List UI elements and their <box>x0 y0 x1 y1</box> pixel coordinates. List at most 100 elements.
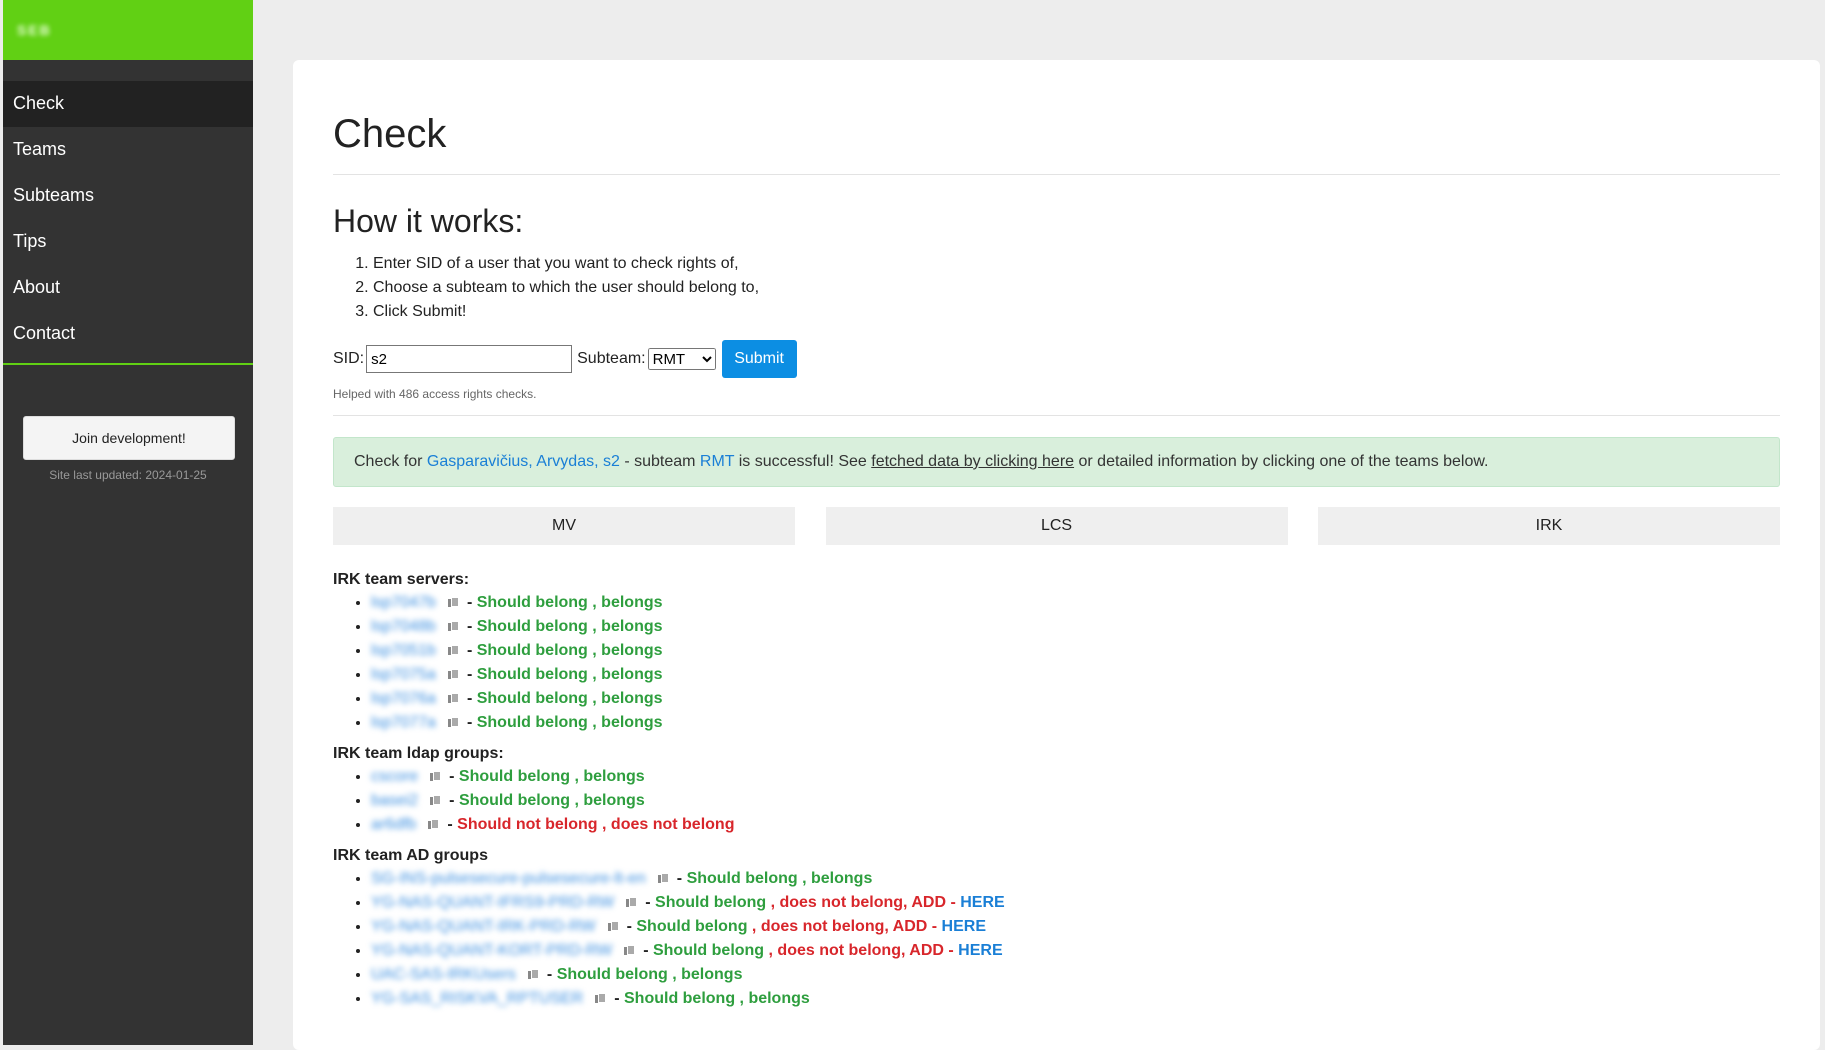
item-dash: - <box>466 714 477 731</box>
servers-list: lsp7047b- Should belong , belongslsp7048… <box>333 591 1780 735</box>
sid-input[interactable] <box>366 345 573 373</box>
copy-icon[interactable] <box>527 969 539 980</box>
list-item: cscore - Should belong , belongs <box>371 765 1780 789</box>
item-name[interactable]: YG-SAS_RISKVA_RPTUSER <box>371 990 583 1007</box>
item-comma: , <box>587 666 602 683</box>
nav-item-check[interactable]: Check <box>3 81 253 127</box>
item-status: Should belong <box>686 870 798 887</box>
copy-icon[interactable] <box>595 993 607 1004</box>
nav-item-contact[interactable]: Contact <box>3 311 253 357</box>
item-status: Should belong <box>476 714 588 731</box>
add-here-link[interactable]: HERE <box>942 918 986 935</box>
alert-subteam[interactable]: RMT <box>700 453 734 470</box>
item-comma: , <box>735 990 749 1007</box>
ad-list: SG-INS-pulsesecure-pulsesecure-lt-en - Sh… <box>333 867 1780 1011</box>
item-name[interactable]: YG-NAS-QUANT-IRK-PRD-RW <box>371 918 596 935</box>
subteam-select[interactable]: RMT <box>647 348 716 370</box>
item-name[interactable]: YG-NAS-QUANT-IFRS9-PRD-RW <box>371 894 614 911</box>
add-here-link[interactable]: HERE <box>960 894 1004 911</box>
item-name[interactable]: lsp7047b <box>371 594 436 611</box>
copy-icon[interactable] <box>430 771 442 782</box>
form-divider <box>333 415 1780 416</box>
item-comma: , <box>587 714 602 731</box>
item-status: Should belong <box>476 666 588 683</box>
item-comma: , <box>597 816 611 833</box>
team-button-lcs[interactable]: LCS <box>825 507 1288 545</box>
item-name[interactable]: lsp7077a <box>371 714 436 731</box>
item-comma: , <box>587 594 602 611</box>
item-result: belongs <box>811 870 873 887</box>
item-name[interactable]: SG-INS-pulsesecure-pulsesecure-lt-en <box>371 870 646 887</box>
team-button-mv[interactable]: MV <box>333 507 795 545</box>
nav-item-subteams[interactable]: Subteams <box>3 173 253 219</box>
submit-button[interactable]: Submit <box>721 340 797 378</box>
helped-counter: Helped with 486 access rights checks. <box>333 387 537 401</box>
item-dash: - <box>466 690 477 707</box>
alert-user-name[interactable]: Gasparavičius, Arvydas, s2 <box>427 453 620 470</box>
copy-icon[interactable] <box>428 819 440 830</box>
nav-divider <box>3 363 253 365</box>
copy-icon[interactable] <box>447 597 459 608</box>
add-here-link[interactable]: HERE <box>958 942 1002 959</box>
alert-suffix: or detailed information by clicking one … <box>1074 453 1489 470</box>
copy-icon[interactable] <box>657 873 669 884</box>
item-comma: , <box>764 942 778 959</box>
subteam-label: Subteam: <box>577 350 646 367</box>
item-result: does not belong, ADD <box>777 942 944 959</box>
item-name[interactable]: UAC-SAS-IRKUsers <box>371 966 516 983</box>
fetched-data-link[interactable]: fetched data by clicking here <box>871 453 1074 470</box>
copy-icon[interactable] <box>430 795 442 806</box>
steps-list: Enter SID of a user that you want to che… <box>333 252 1780 324</box>
item-dash: - <box>466 594 477 611</box>
item-name[interactable]: cscore <box>371 768 418 785</box>
item-comma: , <box>797 870 811 887</box>
copy-icon[interactable] <box>447 693 459 704</box>
list-item: lsp7077a - Should belong , belongs <box>371 711 1780 735</box>
item-status: Should belong <box>652 942 765 959</box>
item-name[interactable]: lsp7048b <box>371 618 436 635</box>
item-name[interactable]: lsp7051b <box>371 642 436 659</box>
item-status: Should belong <box>556 966 668 983</box>
item-name[interactable]: lsp7075a <box>371 666 436 683</box>
item-dash: - <box>643 942 653 959</box>
item-dash: - <box>447 816 458 833</box>
item-comma: , <box>587 642 602 659</box>
item-name[interactable]: ar6dfb <box>371 816 416 833</box>
list-item: lsp7076a - Should belong , belongs <box>371 687 1780 711</box>
sid-label: SID: <box>333 350 365 367</box>
step-item: Click Submit! <box>373 300 1780 324</box>
item-name[interactable]: lsp7076a <box>371 690 436 707</box>
copy-icon[interactable] <box>447 717 459 728</box>
item-status: Should belong <box>458 768 570 785</box>
item-result: does not belong, ADD <box>760 918 928 935</box>
item-result: does not belong <box>610 816 735 833</box>
join-development-button[interactable]: Join development! <box>23 416 235 460</box>
copy-icon[interactable] <box>607 921 619 932</box>
brand-header[interactable]: SEB <box>3 0 253 60</box>
item-name[interactable]: basei2 <box>371 792 418 809</box>
copy-icon[interactable] <box>447 645 459 656</box>
copy-icon[interactable] <box>626 897 638 908</box>
item-status: Should not belong <box>457 816 598 833</box>
item-dash-add: - <box>927 918 942 935</box>
copy-icon[interactable] <box>447 669 459 680</box>
nav-item-about[interactable]: About <box>3 265 253 311</box>
item-result: belongs <box>583 792 645 809</box>
list-item: YG-NAS-QUANT-KORT-PRD-RW- Should belong … <box>371 939 1780 963</box>
team-button-irk[interactable]: IRK <box>1318 507 1780 545</box>
item-name[interactable]: YG-NAS-QUANT-KORT-PRD-RW <box>371 942 612 959</box>
item-status: Should belong <box>458 792 571 809</box>
item-result: does not belong, ADD <box>779 894 946 911</box>
item-dash: - <box>449 768 459 785</box>
list-item: lsp7051b - Should belong , belongs <box>371 639 1780 663</box>
item-status: Should belong <box>655 894 767 911</box>
item-status: Should belong <box>636 918 748 935</box>
how-it-works-heading: How it works: <box>333 203 524 239</box>
nav-item-teams[interactable]: Teams <box>3 127 253 173</box>
item-comma: , <box>667 966 682 983</box>
copy-icon[interactable] <box>447 621 459 632</box>
item-status: Should belong <box>476 690 588 707</box>
copy-icon[interactable] <box>624 945 636 956</box>
nav-item-tips[interactable]: Tips <box>3 219 253 265</box>
alert-mid2: is successful! See <box>734 453 872 470</box>
